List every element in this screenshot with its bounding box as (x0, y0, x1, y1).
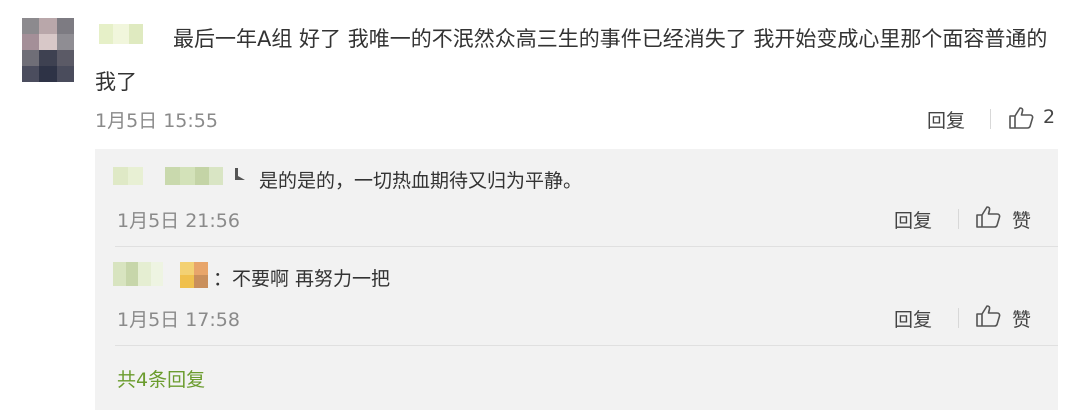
replies-panel: 是的是的，一切热血期待又归为平静。 1月5日 21:56 回复 赞 ：不要啊 再… (95, 149, 1058, 410)
reply-timestamp: 1月5日 21:56 (117, 210, 240, 232)
thumbs-up-icon[interactable] (975, 205, 1001, 229)
comment-body: 最后一年A组 好了 我唯一的不泯然众高三生的事件已经消失了 我开始变成心里那个面… (95, 27, 1048, 94)
reply-divider (115, 345, 1058, 346)
thumbs-up-icon[interactable] (1008, 106, 1034, 130)
action-divider (990, 109, 991, 129)
author-badge-icon (235, 168, 245, 180)
comment-timestamp: 1月5日 15:55 (95, 110, 218, 132)
like-label[interactable]: 赞 (1012, 206, 1031, 233)
reply-button[interactable]: 回复 (927, 106, 965, 133)
reply-username-blurred[interactable] (113, 167, 143, 185)
reply-username-blurred[interactable] (113, 262, 163, 286)
thumbs-up-icon[interactable] (975, 304, 1001, 328)
reply-timestamp: 1月5日 17:58 (117, 309, 240, 331)
like-count: 2 (1043, 106, 1056, 128)
reply-body: 是的是的，一切热血期待又归为平静。 (259, 170, 583, 192)
reply-avatar-blurred[interactable] (180, 262, 208, 288)
reply-body: ：不要啊 再努力一把 (213, 268, 391, 290)
view-all-replies-link[interactable]: 共4条回复 (117, 365, 205, 392)
reply-button[interactable]: 回复 (894, 305, 932, 332)
like-label[interactable]: 赞 (1012, 305, 1031, 332)
action-divider (958, 308, 959, 328)
reply-button[interactable]: 回复 (894, 206, 932, 233)
action-divider (958, 209, 959, 229)
reply-username-blurred[interactable] (165, 167, 223, 185)
avatar[interactable] (22, 18, 74, 82)
reply-divider (115, 246, 1058, 247)
